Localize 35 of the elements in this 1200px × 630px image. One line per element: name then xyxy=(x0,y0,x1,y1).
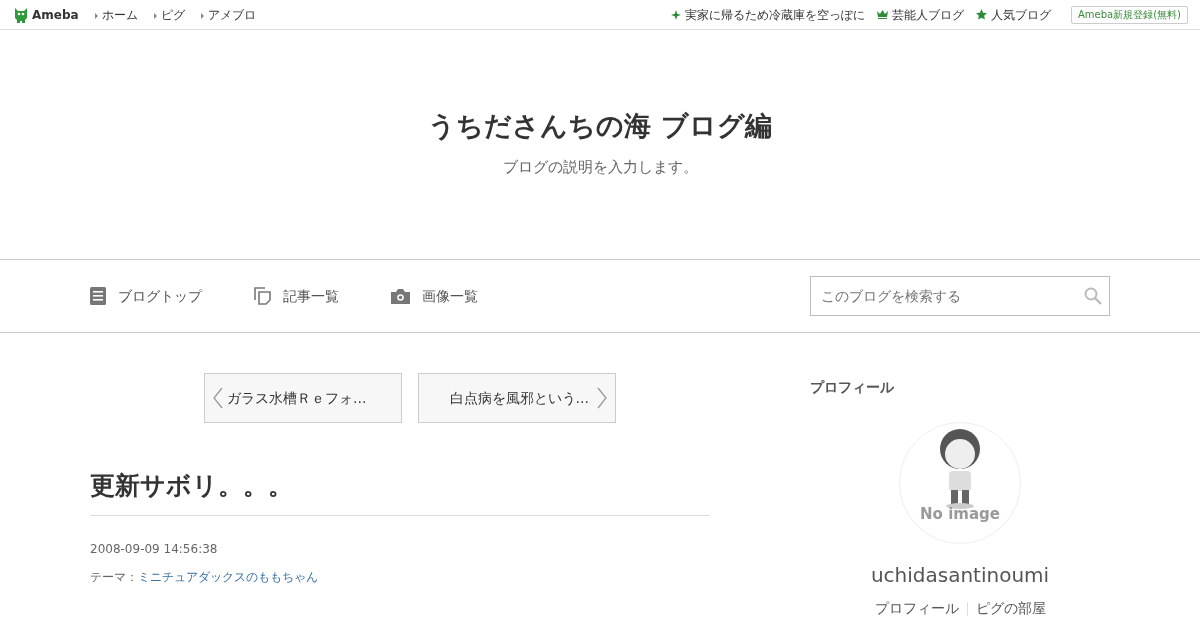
featured-link[interactable]: 人気ブログ xyxy=(991,5,1051,24)
global-nav-link[interactable]: ホーム xyxy=(94,5,138,24)
profile-link[interactable]: ピグの部屋 xyxy=(975,598,1046,619)
search-icon[interactable] xyxy=(1084,287,1102,305)
star-icon xyxy=(976,9,987,20)
blog-nav-link[interactable]: ブログトップ xyxy=(118,285,202,307)
global-nav-link[interactable]: ピグ xyxy=(153,5,185,24)
featured-link[interactable]: 実家に帰るため冷蔵庫を空っぽに xyxy=(685,5,865,24)
article-datetime: 2008-09-09 14:56:38 xyxy=(90,541,219,558)
global-nav-link[interactable]: アメブロ xyxy=(200,5,256,24)
blog-nav-link[interactable]: 画像一覧 xyxy=(422,285,478,307)
blog-title: うちださんちの海 ブログ編 xyxy=(428,110,772,143)
ameba-logo[interactable]: Ameba xyxy=(32,5,79,24)
sparkle-icon xyxy=(671,9,681,20)
theme-label: テーマ： xyxy=(90,570,138,584)
profile-link[interactable]: プロフィール xyxy=(874,598,959,619)
logo-icon xyxy=(14,6,28,23)
register-button[interactable]: Ameba新規登録(無料) xyxy=(1071,5,1188,24)
profile-username: uchidasantinoumi xyxy=(870,562,1050,589)
chevron-left-icon xyxy=(213,387,223,409)
profile-heading: プロフィール xyxy=(810,378,895,397)
featured-link[interactable]: 芸能人ブログ xyxy=(892,5,964,24)
no-image-label: No image xyxy=(920,507,1000,522)
previous-article-button[interactable]: ガラス水槽Ｒｅフォ… xyxy=(204,373,402,423)
camera-icon xyxy=(391,288,410,304)
chevron-right-icon xyxy=(597,387,607,409)
article-title: 更新サボリ。。。 xyxy=(90,471,710,516)
copy-icon xyxy=(254,287,271,305)
next-article-button[interactable]: 白点病を風邪という… xyxy=(418,373,616,423)
document-icon xyxy=(90,287,106,305)
blog-description: ブログの説明を入力します。 xyxy=(502,157,698,179)
crown-icon xyxy=(877,10,888,19)
theme-link[interactable]: ミニチュアダックスのももちゃん xyxy=(138,570,318,584)
search-field[interactable]: このブログを検索する xyxy=(810,276,1110,316)
blog-nav-link[interactable]: 記事一覧 xyxy=(283,285,339,307)
